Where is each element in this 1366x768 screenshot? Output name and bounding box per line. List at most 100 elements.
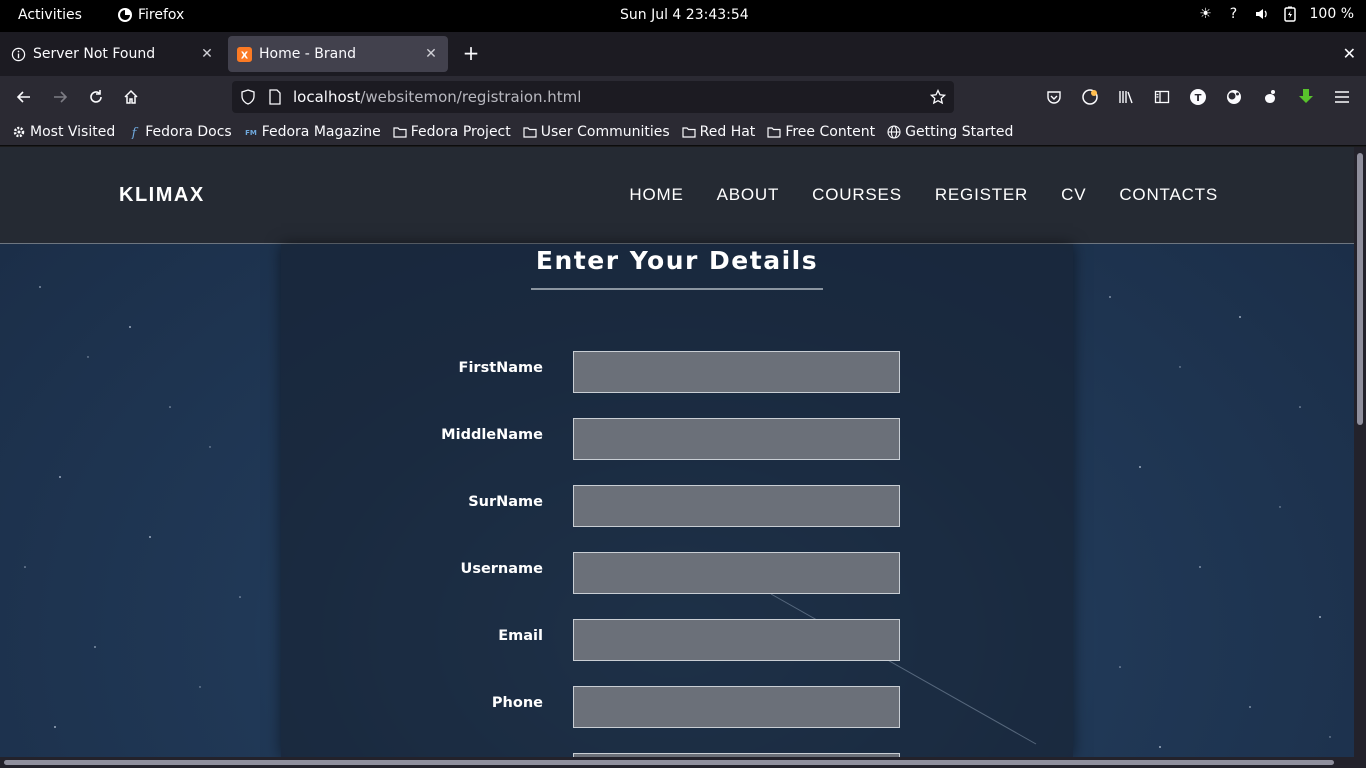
volume-icon	[1254, 6, 1270, 22]
svg-text:X: X	[240, 50, 248, 61]
bookmark-label: Getting Started	[905, 123, 1014, 140]
horizontal-scrollbar-thumb[interactable]	[4, 760, 1334, 765]
field-firstname: FirstName	[0, 351, 1354, 393]
bookmark-label: Fedora Docs	[145, 123, 232, 140]
middlename-input[interactable]	[573, 418, 900, 460]
shield-icon[interactable]	[240, 89, 256, 105]
field-email: Email	[0, 619, 1354, 661]
bookmark-most-visited[interactable]: Most Visited	[12, 124, 115, 140]
library-icon[interactable]	[1115, 86, 1137, 108]
page-icon[interactable]	[267, 89, 283, 105]
folder-icon	[393, 125, 407, 139]
email-label: Email	[498, 628, 543, 644]
fm-icon: FM	[244, 125, 258, 139]
horizontal-scrollbar[interactable]	[0, 757, 1366, 768]
bookmark-star-icon[interactable]	[930, 89, 946, 105]
bookmark-getting-started[interactable]: Getting Started	[887, 124, 1013, 140]
bookmark-fedora-project[interactable]: Fedora Project	[393, 124, 511, 140]
info-icon	[10, 46, 26, 62]
bookmark-label: User Communities	[540, 123, 670, 140]
username-label: Username	[460, 561, 543, 577]
system-top-bar: Activities Firefox Sun Jul 4 23:43:54 ☀ …	[0, 0, 1366, 32]
globe-icon	[887, 124, 901, 139]
url-host: localhost	[293, 88, 361, 106]
tab-server-not-found[interactable]: Server Not Found ✕	[2, 36, 224, 72]
folder-icon	[767, 125, 781, 139]
svg-text:T: T	[1195, 93, 1202, 104]
phone-label: Phone	[491, 695, 543, 711]
account-avatar-icon[interactable]: T	[1187, 86, 1209, 108]
extension-icon[interactable]	[1223, 86, 1245, 108]
surname-label: SurName	[468, 494, 543, 510]
nav-register[interactable]: REGISTER	[935, 185, 1028, 205]
field-surname: SurName	[0, 485, 1354, 527]
vertical-scrollbar-thumb[interactable]	[1357, 153, 1363, 425]
nav-home[interactable]: HOME	[629, 185, 683, 205]
site-navbar: KLIMAX HOME ABOUT COURSES REGISTER CV CO…	[0, 147, 1354, 244]
folder-icon	[682, 125, 696, 139]
firstname-label: FirstName	[458, 360, 543, 376]
tab-title: Server Not Found	[33, 46, 156, 62]
navigation-toolbar: localhost/websitemon/registraion.html T	[0, 76, 1366, 118]
bookmark-label: Fedora Project	[410, 123, 511, 140]
nav-contacts[interactable]: CONTACTS	[1119, 185, 1218, 205]
battery-percent: 100 %	[1309, 6, 1354, 22]
window-close-icon[interactable]: ✕	[1343, 44, 1356, 63]
download-icon[interactable]	[1295, 86, 1317, 108]
folder-icon	[523, 125, 537, 139]
field-username: Username	[0, 552, 1354, 594]
new-tab-icon[interactable]: +	[460, 41, 482, 65]
close-icon[interactable]: ✕	[198, 45, 216, 63]
sidebar-icon[interactable]	[1151, 86, 1173, 108]
bookmark-fedora-docs[interactable]: f Fedora Docs	[127, 123, 232, 140]
email-input[interactable]	[573, 619, 900, 661]
svg-text:FM: FM	[245, 129, 257, 137]
app-name: Firefox	[138, 7, 185, 23]
bookmark-fedora-magazine[interactable]: FM Fedora Magazine	[244, 124, 381, 140]
sync-icon[interactable]	[1079, 86, 1101, 108]
fedora-icon: f	[127, 125, 141, 139]
activities-button[interactable]: Activities	[18, 7, 82, 23]
bookmark-user-communities[interactable]: User Communities	[523, 124, 670, 140]
pocket-icon[interactable]	[1043, 86, 1065, 108]
nav-courses[interactable]: COURSES	[812, 185, 902, 205]
url-text[interactable]: localhost/websitemon/registraion.html	[293, 88, 581, 106]
field-middlename: MiddleName	[0, 418, 1354, 460]
bookmarks-toolbar: Most Visited f Fedora Docs FM Fedora Mag…	[0, 118, 1366, 146]
vertical-scrollbar[interactable]	[1354, 147, 1366, 757]
title-underline	[531, 288, 823, 290]
tab-title: Home - Brand	[259, 46, 356, 62]
username-input[interactable]	[573, 552, 900, 594]
bookmark-label: Red Hat	[699, 123, 756, 140]
bookmark-red-hat[interactable]: Red Hat	[682, 123, 756, 140]
forward-icon[interactable]	[49, 86, 71, 108]
firstname-input[interactable]	[573, 351, 900, 393]
back-icon[interactable]	[13, 86, 35, 108]
site-brand[interactable]: KLIMAX	[119, 184, 205, 207]
app-menu[interactable]: Firefox	[118, 7, 184, 23]
help-icon: ?	[1229, 6, 1238, 22]
surname-input[interactable]	[573, 485, 900, 527]
home-icon[interactable]	[120, 86, 142, 108]
close-icon[interactable]: ✕	[422, 45, 440, 63]
system-tray[interactable]: ☀ ? 100 %	[1198, 6, 1354, 22]
nav-cv[interactable]: CV	[1061, 185, 1086, 205]
firefox-icon	[118, 8, 132, 22]
site-menu: HOME ABOUT COURSES REGISTER CV CONTACTS	[629, 185, 1218, 205]
reload-icon[interactable]	[85, 86, 107, 108]
bookmark-label: Fedora Magazine	[261, 123, 381, 140]
nav-about[interactable]: ABOUT	[717, 185, 780, 205]
gnome-extension-icon[interactable]	[1259, 86, 1281, 108]
phone-input[interactable]	[573, 686, 900, 728]
tab-home-brand[interactable]: X Home - Brand ✕	[228, 36, 448, 72]
bookmark-free-content[interactable]: Free Content	[767, 124, 875, 140]
address-bar[interactable]: localhost/websitemon/registraion.html	[232, 81, 954, 113]
hamburger-menu-icon[interactable]	[1331, 86, 1353, 108]
svg-text:f: f	[131, 126, 139, 139]
xampp-icon: X	[236, 46, 252, 62]
tab-strip: Server Not Found ✕ X Home - Brand ✕	[0, 32, 1366, 76]
clock[interactable]: Sun Jul 4 23:43:54	[620, 7, 749, 23]
middlename-label: MiddleName	[441, 427, 543, 443]
form-title: Enter Your Details	[535, 246, 819, 275]
brightness-icon: ☀	[1199, 6, 1212, 22]
